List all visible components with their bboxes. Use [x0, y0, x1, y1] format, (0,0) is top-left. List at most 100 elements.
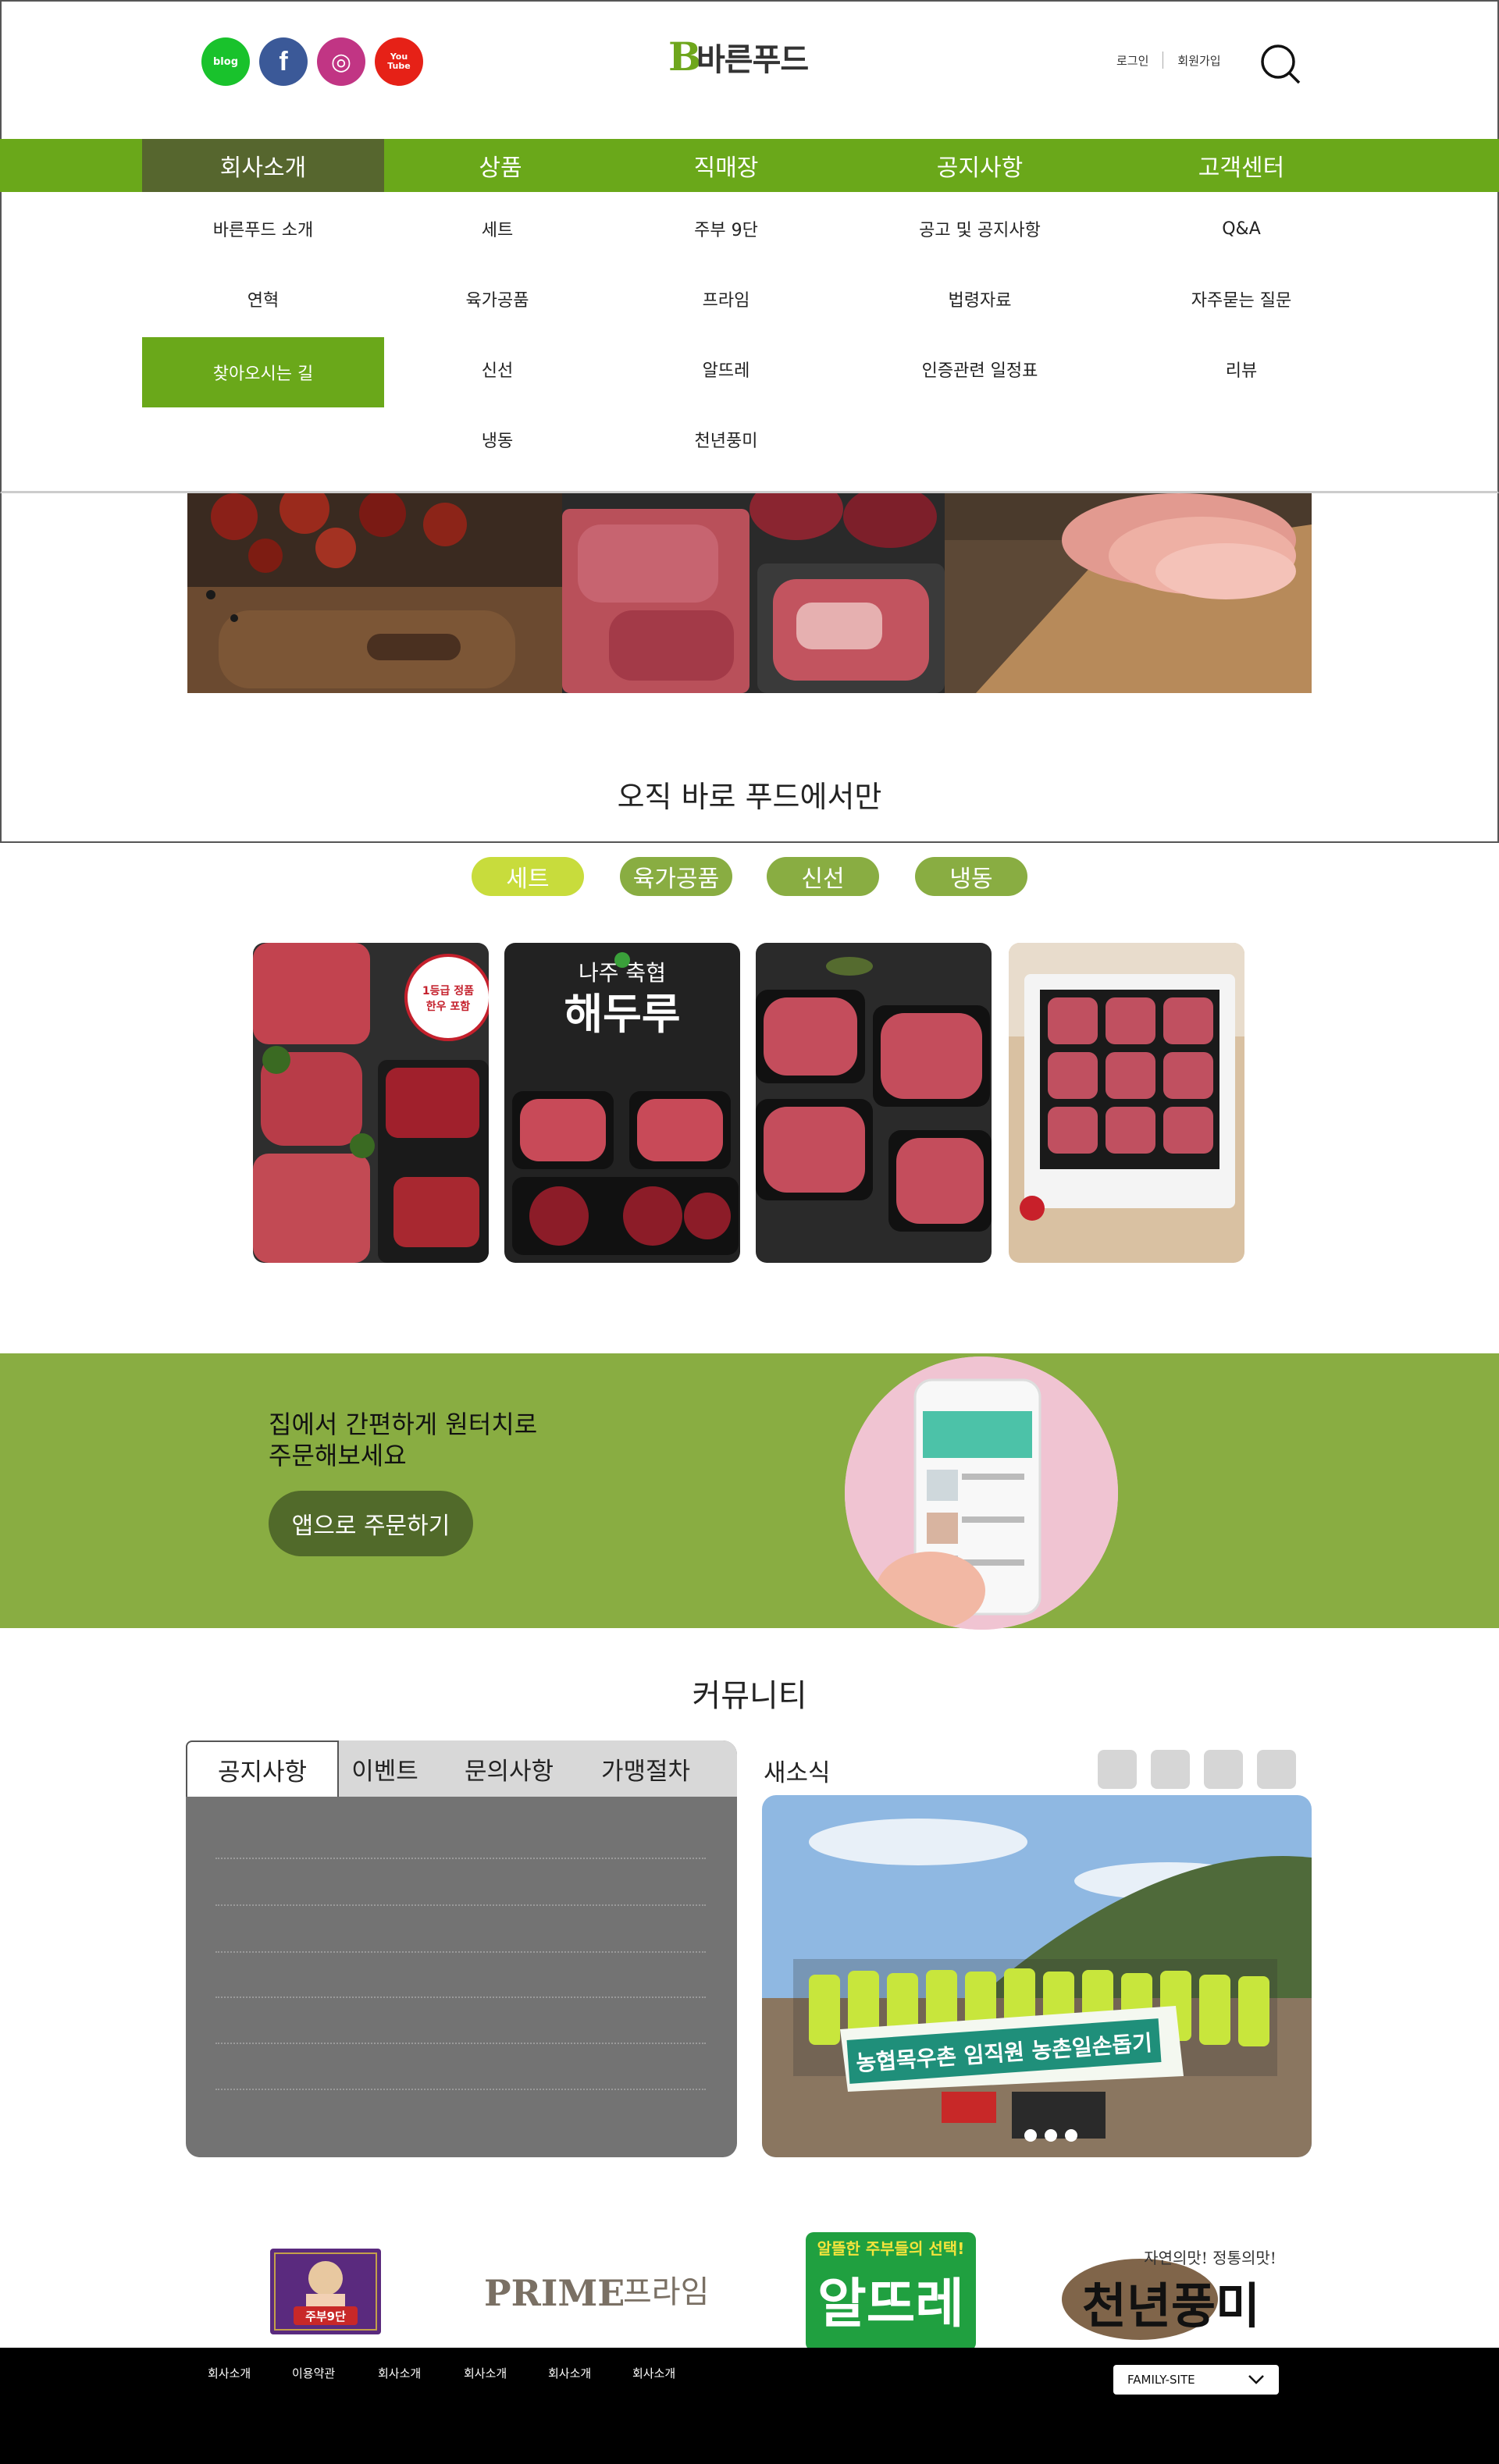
- menu-item-prime[interactable]: 프라임: [617, 264, 835, 334]
- search-button[interactable]: [1257, 41, 1304, 87]
- app-order-button[interactable]: 앱으로 주문하기: [269, 1491, 473, 1556]
- blog-icon-label: blog: [213, 55, 238, 68]
- tab-franchise[interactable]: 가맹절차: [587, 1740, 704, 1797]
- brand-cheonnyeon-logo[interactable]: 자연의맛! 정통의맛! 천년풍미: [1054, 2232, 1288, 2351]
- menu-item-announcements[interactable]: 공고 및 공지사항: [835, 194, 1124, 264]
- facebook-icon[interactable]: f: [259, 37, 308, 86]
- category-set[interactable]: 세트: [472, 857, 584, 896]
- site-logo[interactable]: B 바른푸드: [668, 34, 809, 80]
- family-site-label: FAMILY-SITE: [1127, 2373, 1195, 2387]
- notice-row[interactable]: [215, 2043, 706, 2044]
- product-image-2: 나주 축협 해두루: [504, 943, 740, 1263]
- brand-jubu-logo[interactable]: 주부9단: [270, 2232, 381, 2351]
- category-fresh[interactable]: 신선: [767, 857, 879, 896]
- app-phone-image: [845, 1356, 1118, 1630]
- menu-item-altre[interactable]: 알뜨레: [617, 334, 835, 404]
- prime-logo: PRIME 프라임: [484, 2272, 709, 2314]
- phone-mockup: [845, 1356, 1118, 1630]
- brand-altre-logo[interactable]: 알뜰한 주부들의 선택! 알뜨레: [806, 2232, 976, 2351]
- menu-item-review[interactable]: 리뷰: [1124, 334, 1358, 404]
- product-card-4[interactable]: [1009, 943, 1244, 1263]
- news-nav-button[interactable]: [1151, 1750, 1190, 1789]
- card1-badge-text: 1등급 정품: [422, 984, 474, 997]
- jubu-logo-text: 주부9단: [305, 2309, 346, 2324]
- slide-dot[interactable]: [1045, 2129, 1057, 2142]
- nav-item-products[interactable]: 상품: [384, 139, 617, 192]
- product-card-3[interactable]: [756, 943, 992, 1263]
- search-icon: [1261, 44, 1301, 84]
- menu-item-faq[interactable]: 자주묻는 질문: [1124, 264, 1358, 334]
- nav-item-notices[interactable]: 공지사항: [835, 139, 1124, 192]
- steak-photo: [562, 493, 945, 693]
- nav-item-support[interactable]: 고객센터: [1124, 139, 1358, 192]
- altre-logo-tagline: 알뜰한 주부들의 선택!: [817, 2239, 965, 2258]
- instagram-icon[interactable]: ◎: [317, 37, 365, 86]
- menu-item-legal[interactable]: 법령자료: [835, 264, 1124, 334]
- product-card-1[interactable]: 1등급 정품 한우 포함: [253, 943, 489, 1263]
- menu-item-qna[interactable]: Q&A: [1124, 194, 1358, 264]
- altre-logo-title: 알뜨레: [817, 2274, 964, 2335]
- hero-image-ham: [945, 493, 1312, 693]
- footer-link-terms[interactable]: 이용약관: [292, 2365, 335, 2381]
- blog-icon[interactable]: blog: [201, 37, 250, 86]
- menu-item-jubu[interactable]: 주부 9단: [617, 194, 835, 264]
- menu-item-processed[interactable]: 육가공품: [384, 264, 611, 334]
- logo-text: 바른푸드: [696, 42, 809, 78]
- news-nav-button[interactable]: [1204, 1750, 1243, 1789]
- notice-row[interactable]: [215, 1858, 706, 1859]
- app-promo-banner: [0, 1353, 1499, 1628]
- menu-item-history[interactable]: 연혁: [142, 264, 384, 334]
- community-tabs: 공지사항 이벤트 문의사항 가맹절차: [186, 1740, 737, 1797]
- nav-item-company[interactable]: 회사소개: [142, 139, 384, 192]
- family-site-select[interactable]: FAMILY-SITE: [1113, 2365, 1279, 2395]
- category-processed[interactable]: 육가공품: [620, 857, 732, 896]
- product-card-2[interactable]: 나주 축협 해두루: [504, 943, 740, 1263]
- youtube-icon-label: You Tube: [387, 52, 411, 71]
- news-nav-button[interactable]: [1257, 1750, 1296, 1789]
- footer-link-company-3[interactable]: 회사소개: [464, 2365, 507, 2381]
- footer-link-company-4[interactable]: 회사소개: [548, 2365, 591, 2381]
- hero-image-steak: [562, 493, 945, 693]
- notice-panel: [186, 1740, 737, 2157]
- footer-link-company-2[interactable]: 회사소개: [378, 2365, 421, 2381]
- category-frozen[interactable]: 냉동: [915, 857, 1027, 896]
- tab-inquiries[interactable]: 문의사항: [431, 1740, 587, 1797]
- login-link[interactable]: 로그인: [1116, 52, 1148, 69]
- card1-badge-text2: 한우 포함: [426, 1000, 471, 1013]
- nav-item-stores[interactable]: 직매장: [617, 139, 835, 192]
- menu-item-certification[interactable]: 인증관련 일정표: [835, 334, 1124, 404]
- menu-item-frozen[interactable]: 냉동: [384, 404, 611, 475]
- menu-item-fresh[interactable]: 신선: [384, 334, 611, 404]
- slide-dot[interactable]: [1065, 2129, 1077, 2142]
- chevron-down-icon: [1248, 2375, 1264, 2384]
- menu-item-cheonnyeon[interactable]: 천년풍미: [617, 404, 835, 475]
- app-promo-line2: 주문해보세요: [269, 1441, 407, 1470]
- notice-row[interactable]: [215, 1996, 706, 1998]
- tab-events[interactable]: 이벤트: [339, 1740, 431, 1797]
- product-image-4: [1009, 943, 1244, 1263]
- notice-row[interactable]: [215, 1951, 706, 1953]
- notice-row[interactable]: [215, 1904, 706, 1906]
- prime-logo-ko: 프라임: [623, 2274, 709, 2310]
- notice-row[interactable]: [215, 2089, 706, 2090]
- prime-logo-en: PRIME: [484, 2272, 625, 2314]
- brand-prime-logo[interactable]: PRIME 프라임: [484, 2232, 734, 2351]
- cheonnyeon-logo-tagline: 자연의맛! 정통의맛!: [1144, 2249, 1276, 2267]
- jubu-logo: 주부9단: [270, 2249, 381, 2334]
- footer-link-company-5[interactable]: 회사소개: [632, 2365, 675, 2381]
- community-title: 커뮤니티: [692, 1678, 807, 1714]
- instagram-icon-label: ◎: [330, 48, 352, 76]
- youtube-icon[interactable]: You Tube: [375, 37, 423, 86]
- sausage-photo: [187, 493, 562, 693]
- menu-item-directions[interactable]: 찾아오시는 길: [142, 337, 384, 407]
- slide-dot[interactable]: [1024, 2129, 1037, 2142]
- menu-item-about[interactable]: 바른푸드 소개: [142, 194, 384, 264]
- footer-link-company[interactable]: 회사소개: [208, 2365, 251, 2381]
- news-photo[interactable]: 농협목우촌 임직원 농촌일손돕기: [762, 1795, 1312, 2157]
- news-nav-button[interactable]: [1098, 1750, 1137, 1789]
- facebook-icon-label: f: [279, 46, 288, 76]
- signup-link[interactable]: 회원가입: [1177, 52, 1220, 69]
- tab-notices[interactable]: 공지사항: [186, 1740, 339, 1797]
- ham-photo: [945, 493, 1312, 693]
- menu-item-set[interactable]: 세트: [384, 194, 611, 264]
